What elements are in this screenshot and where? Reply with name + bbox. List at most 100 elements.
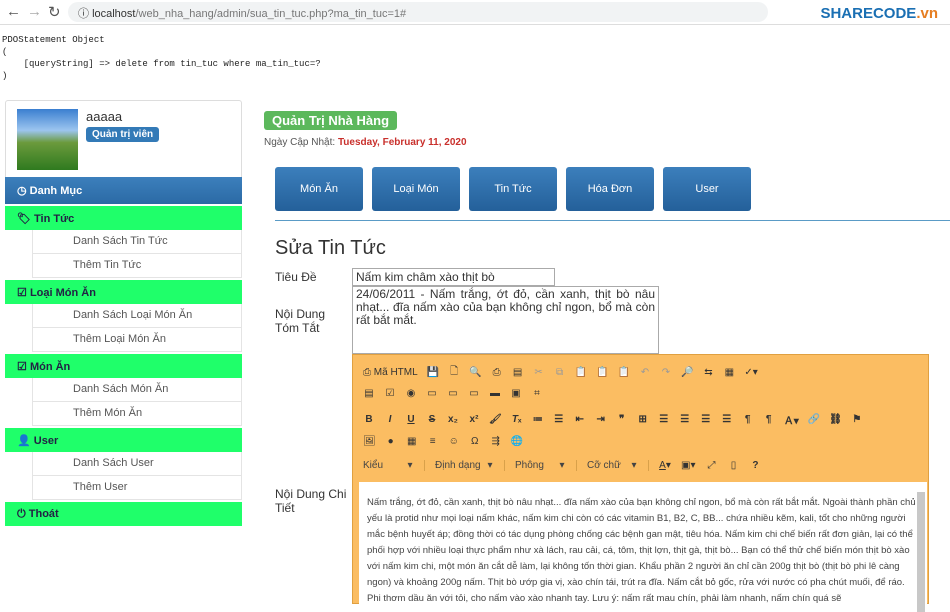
size-select[interactable]: Cỡ chữ ▾ xyxy=(587,460,649,471)
font-select[interactable]: Phông ▾ xyxy=(515,460,577,471)
sidebar-group[interactable]: 🏷 Tin Tức xyxy=(5,206,242,230)
summary-label: Nội Dung Tóm Tắt xyxy=(275,307,326,335)
source-button[interactable]: ⎙ Mã HTML xyxy=(363,367,418,378)
numbered-list-icon[interactable]: ≔ xyxy=(532,414,544,425)
div-icon[interactable]: ⊞ xyxy=(637,414,649,425)
align-left-icon[interactable]: ☰ xyxy=(658,414,670,425)
sidebar-item[interactable]: Thêm Món Ăn xyxy=(32,402,242,426)
nav-button[interactable]: Hóa Đơn xyxy=(566,167,654,211)
paste-word-icon[interactable]: 📋 xyxy=(618,367,630,378)
page-break-icon[interactable]: ⇶ xyxy=(490,436,502,447)
update-date: Ngày Cập Nhật: Tuesday, February 11, 202… xyxy=(264,137,467,148)
iframe-icon[interactable]: 🌐 xyxy=(511,436,523,447)
back-icon[interactable]: ← xyxy=(6,3,21,20)
find-icon[interactable]: 🔎 xyxy=(681,367,693,378)
image-icon[interactable]: 🖼 xyxy=(363,436,376,447)
flash-icon[interactable]: ● xyxy=(385,436,397,447)
superscript-icon[interactable]: x² xyxy=(468,414,480,425)
paste-icon[interactable]: 📋 xyxy=(575,367,587,378)
radio-icon[interactable]: ◉ xyxy=(405,388,417,399)
site-title: Quản Trị Nhà Hàng xyxy=(264,111,398,130)
sidebar-item[interactable]: Thêm User xyxy=(32,476,242,500)
sidebar-group[interactable]: ☑ Loại Món Ăn xyxy=(5,280,242,304)
sidebar: aaaaa Quản trị viên ◷ Danh Mục 🏷 Tin Tức… xyxy=(5,100,242,526)
button-icon[interactable]: ▬ xyxy=(489,388,501,399)
bold-icon[interactable]: B xyxy=(363,414,375,425)
align-right-icon[interactable]: ☰ xyxy=(700,414,712,425)
show-blocks-icon[interactable]: ▯ xyxy=(727,460,739,471)
logout-button[interactable]: ⏻ Thoát xyxy=(5,502,242,526)
justify-icon[interactable]: ☰ xyxy=(721,414,733,425)
table-icon[interactable]: ▦ xyxy=(406,436,418,447)
align-center-icon[interactable]: ☰ xyxy=(679,414,691,425)
nav-button[interactable]: Tin Tức xyxy=(469,167,557,211)
bg-color-icon[interactable]: ▣▾ xyxy=(681,460,695,471)
sidebar-item[interactable]: Danh Sách User xyxy=(32,452,242,476)
smiley-icon[interactable]: ☺ xyxy=(448,436,460,447)
hidden-field-icon[interactable]: ⌗ xyxy=(531,388,543,399)
undo-icon[interactable]: ↶ xyxy=(639,367,651,378)
sidebar-item[interactable]: Danh Sách Loại Món Ăn xyxy=(32,304,242,328)
select-icon[interactable]: ▭ xyxy=(468,388,480,399)
select-all-icon[interactable]: ▦ xyxy=(723,367,735,378)
indent-icon[interactable]: ⇥ xyxy=(595,414,607,425)
unlink-icon[interactable]: ⛓ xyxy=(829,414,842,425)
replace-icon[interactable]: ⇆ xyxy=(702,367,714,378)
ltr-icon[interactable]: ¶ xyxy=(742,414,754,425)
preview-icon[interactable]: 🔍 xyxy=(469,367,481,378)
sidebar-group[interactable]: 👤 User xyxy=(5,428,242,452)
anchor-icon[interactable]: ⚑ xyxy=(851,414,863,425)
outdent-icon[interactable]: ⇤ xyxy=(574,414,586,425)
nav-button[interactable]: Loại Món xyxy=(372,167,460,211)
print-icon[interactable]: ⎙ xyxy=(491,367,503,378)
italic-icon[interactable]: I xyxy=(384,414,396,425)
rtl-icon[interactable]: ¶ xyxy=(763,414,775,425)
sidebar-item[interactable]: Danh Sách Tin Tức xyxy=(32,230,242,254)
format-select[interactable]: Định dạng ▾ xyxy=(435,460,505,471)
text-color-icon[interactable]: A▾ xyxy=(659,460,671,471)
special-char-icon[interactable]: Ω xyxy=(469,436,481,447)
help-icon[interactable]: ? xyxy=(749,460,761,471)
sharecode-logo: SHARECODE.vn xyxy=(820,5,938,22)
main: Quản Trị Nhà Hàng Ngày Cập Nhật: Tuesday… xyxy=(264,100,950,259)
subscript-icon[interactable]: x₂ xyxy=(447,414,459,425)
redo-icon[interactable]: ↷ xyxy=(660,367,672,378)
new-page-icon[interactable]: 🗋 xyxy=(448,364,460,381)
sidebar-item[interactable]: Thêm Loại Món Ăn xyxy=(32,328,242,352)
sidebar-item[interactable]: Thêm Tin Tức xyxy=(32,254,242,278)
reload-icon[interactable]: ↻ xyxy=(48,3,61,21)
address-bar[interactable]: ⓘ localhost/web_nha_hang/admin/sua_tin_t… xyxy=(68,2,768,22)
checkbox-icon[interactable]: ☑ xyxy=(384,388,396,399)
horizontal-line-icon[interactable]: ≡ xyxy=(427,436,439,447)
editor-content[interactable]: Nấm trắng, ớt đỏ, cần xanh, thịt bò nâu … xyxy=(359,482,927,612)
bullet-list-icon[interactable]: ☰ xyxy=(553,414,565,425)
summary-textarea[interactable]: 24/06/2011 - Nấm trắng, ớt đỏ, cần xanh,… xyxy=(352,286,659,354)
textarea-icon[interactable]: ▭ xyxy=(447,388,459,399)
textfield-icon[interactable]: ▭ xyxy=(426,388,438,399)
styles-select[interactable]: Kiểu ▾ xyxy=(363,460,425,471)
page-title: Sửa Tin Tức xyxy=(275,237,386,259)
sidebar-item[interactable]: Danh Sách Món Ăn xyxy=(32,378,242,402)
save-icon[interactable]: 💾 xyxy=(427,367,439,378)
image-button-icon[interactable]: ▣ xyxy=(510,388,522,399)
paste-text-icon[interactable]: 📋 xyxy=(596,367,608,378)
forward-icon[interactable]: → xyxy=(27,3,42,20)
copy-format-icon[interactable]: 🖌 xyxy=(489,414,502,425)
nav-button[interactable]: Món Ăn xyxy=(275,167,363,211)
language-icon[interactable]: Ａ▾ xyxy=(784,412,799,427)
spellcheck-icon[interactable]: ✓▾ xyxy=(744,367,757,378)
strike-icon[interactable]: S xyxy=(426,414,438,425)
nav-button[interactable]: User xyxy=(663,167,751,211)
title-input[interactable]: Nấm kim châm xào thịt bò xyxy=(352,268,555,286)
sidebar-group[interactable]: ☑ Món Ăn xyxy=(5,354,242,378)
scrollbar[interactable] xyxy=(917,492,925,612)
cut-icon[interactable]: ✂ xyxy=(533,367,545,378)
link-icon[interactable]: 🔗 xyxy=(808,414,820,425)
maximize-icon[interactable]: ⤢ xyxy=(705,460,717,471)
remove-format-icon[interactable]: Tₓ xyxy=(511,414,523,425)
template-icon[interactable]: ▤ xyxy=(512,367,524,378)
copy-icon[interactable]: ⧉ xyxy=(554,367,566,378)
blockquote-icon[interactable]: ❞ xyxy=(616,414,628,425)
underline-icon[interactable]: U xyxy=(405,414,417,425)
form-icon[interactable]: ▤ xyxy=(363,388,375,399)
